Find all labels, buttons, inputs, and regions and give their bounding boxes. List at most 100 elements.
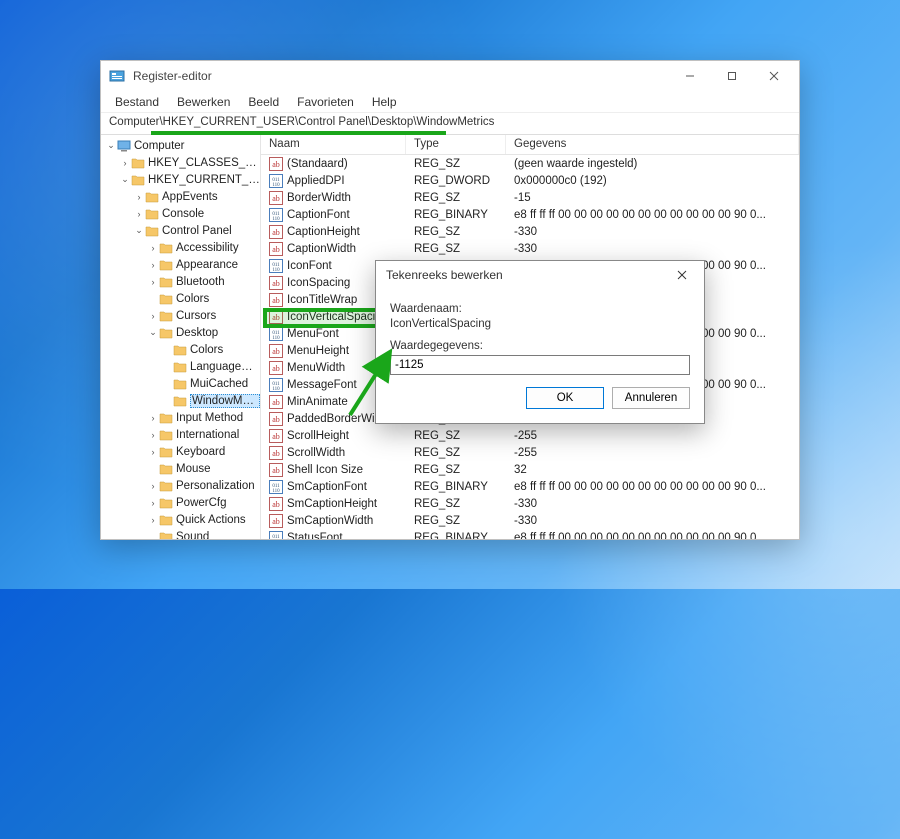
string-value-icon: ab <box>269 344 283 358</box>
value-name: IconSpacing <box>287 277 350 289</box>
tree-item-input-method[interactable]: ›Input Method <box>101 409 260 426</box>
value-name: StatusFont <box>287 532 343 540</box>
list-row[interactable]: abShell Icon SizeREG_SZ32 <box>261 461 799 478</box>
chevron-right-icon[interactable]: › <box>147 515 159 525</box>
string-value-icon: ab <box>269 310 283 324</box>
app-icon <box>109 68 125 84</box>
list-row[interactable]: abBorderWidthREG_SZ-15 <box>261 189 799 206</box>
tree-item-international[interactable]: ›International <box>101 426 260 443</box>
tree-item-languageconfigura[interactable]: LanguageConfigura <box>101 358 260 375</box>
tree-item-powercfg[interactable]: ›PowerCfg <box>101 494 260 511</box>
col-header-name[interactable]: Naam <box>261 135 406 154</box>
tree-item-desktop[interactable]: ⌄ Desktop <box>101 324 260 341</box>
chevron-right-icon[interactable]: › <box>133 192 145 202</box>
tree-item-cursors[interactable]: ›Cursors <box>101 307 260 324</box>
tree-item-label: HKEY_CURRENT_USER <box>148 174 260 186</box>
chevron-right-icon[interactable]: › <box>147 260 159 270</box>
chevron-down-icon[interactable]: ⌄ <box>133 225 145 236</box>
svg-text:ab: ab <box>272 228 280 237</box>
tree-item-label: Mouse <box>176 463 260 475</box>
list-row[interactable]: 011110AppliedDPIREG_DWORD0x000000c0 (192… <box>261 172 799 189</box>
tree-item-hkey-classes-root[interactable]: ›HKEY_CLASSES_ROOT <box>101 154 260 171</box>
tree-item-mouse[interactable]: Mouse <box>101 460 260 477</box>
folder-icon <box>159 514 173 526</box>
value-name: SmCaptionFont <box>287 481 367 493</box>
value-type: REG_BINARY <box>406 481 506 493</box>
cancel-button[interactable]: Annuleren <box>612 387 690 409</box>
tree-item-hkey-current-user[interactable]: ⌄ HKEY_CURRENT_USER <box>101 171 260 188</box>
list-row[interactable]: abCaptionWidthREG_SZ-330 <box>261 240 799 257</box>
chevron-right-icon[interactable]: › <box>147 498 159 508</box>
value-name: SmCaptionHeight <box>287 498 377 510</box>
tree-item-label: Desktop <box>176 327 260 339</box>
menubar: Bestand Bewerken Beeld Favorieten Help <box>101 91 799 113</box>
chevron-right-icon[interactable]: › <box>133 209 145 219</box>
col-header-type[interactable]: Type <box>406 135 506 154</box>
chevron-right-icon[interactable]: › <box>147 413 159 423</box>
folder-icon <box>131 174 145 186</box>
list-row[interactable]: 011110StatusFontREG_BINARYe8 ff ff ff 00… <box>261 529 799 539</box>
tree-item-console[interactable]: ›Console <box>101 205 260 222</box>
tree-item-appearance[interactable]: ›Appearance <box>101 256 260 273</box>
tree-item-windowmetrics[interactable]: WindowMetrics <box>101 392 260 409</box>
list-row[interactable]: ab(Standaard)REG_SZ(geen waarde ingestel… <box>261 155 799 172</box>
list-row[interactable]: abScrollWidthREG_SZ-255 <box>261 444 799 461</box>
chevron-right-icon[interactable]: › <box>147 243 159 253</box>
tree-item-bluetooth[interactable]: ›Bluetooth <box>101 273 260 290</box>
list-row[interactable]: 011110CaptionFontREG_BINARYe8 ff ff ff 0… <box>261 206 799 223</box>
dialog-titlebar[interactable]: Tekenreeks bewerken <box>376 261 704 289</box>
menu-edit[interactable]: Bewerken <box>169 93 238 111</box>
binary-value-icon: 011110 <box>269 259 283 273</box>
list-row[interactable]: abCaptionHeightREG_SZ-330 <box>261 223 799 240</box>
chevron-right-icon[interactable]: › <box>147 430 159 440</box>
tree-item-colors[interactable]: Colors <box>101 290 260 307</box>
svg-text:ab: ab <box>272 160 280 169</box>
minimize-button[interactable] <box>669 62 711 90</box>
menu-favorites[interactable]: Favorieten <box>289 93 362 111</box>
tree-item-accessibility[interactable]: › Accessibility <box>101 239 260 256</box>
tree-pane[interactable]: ⌄Computer›HKEY_CLASSES_ROOT ⌄ HKEY_CURRENT… <box>101 135 261 539</box>
maximize-button[interactable] <box>711 62 753 90</box>
folder-icon <box>145 191 159 203</box>
titlebar[interactable]: Register-editor <box>101 61 799 91</box>
value-data: -15 <box>506 192 799 204</box>
list-row[interactable]: abSmCaptionHeightREG_SZ-330 <box>261 495 799 512</box>
svg-text:110: 110 <box>272 489 280 494</box>
tree-item-quick-actions[interactable]: ›Quick Actions <box>101 511 260 528</box>
menu-file[interactable]: Bestand <box>107 93 167 111</box>
menu-help[interactable]: Help <box>364 93 405 111</box>
chevron-down-icon[interactable]: ⌄ <box>147 327 159 338</box>
list-row[interactable]: 011110SmCaptionFontREG_BINARYe8 ff ff ff… <box>261 478 799 495</box>
list-row[interactable]: abScrollHeightREG_SZ-255 <box>261 427 799 444</box>
chevron-right-icon[interactable]: › <box>147 447 159 457</box>
string-value-icon: ab <box>269 225 283 239</box>
folder-icon <box>173 378 187 390</box>
address-bar[interactable]: Computer\HKEY_CURRENT_USER\Control Panel… <box>101 113 799 135</box>
chevron-right-icon[interactable]: › <box>119 158 131 168</box>
chevron-right-icon[interactable]: › <box>147 481 159 491</box>
tree-item-personalization[interactable]: ›Personalization <box>101 477 260 494</box>
chevron-down-icon[interactable]: ⌄ <box>105 140 117 151</box>
chevron-right-icon[interactable]: › <box>147 277 159 287</box>
list-row[interactable]: abSmCaptionWidthREG_SZ-330 <box>261 512 799 529</box>
tree-item-control-panel[interactable]: ⌄Control Panel <box>101 222 260 239</box>
dialog-body: Waardenaam: IconVerticalSpacing Waardege… <box>376 289 704 423</box>
tree-item-sound[interactable]: Sound <box>101 528 260 539</box>
chevron-down-icon[interactable]: ⌄ <box>119 174 131 185</box>
dialog-close-button[interactable] <box>666 263 698 287</box>
chevron-right-icon[interactable]: › <box>147 311 159 321</box>
tree-item-colors[interactable]: Colors <box>101 341 260 358</box>
tree-item-keyboard[interactable]: ›Keyboard <box>101 443 260 460</box>
tree-item-appevents[interactable]: ›AppEvents <box>101 188 260 205</box>
menu-view[interactable]: Beeld <box>240 93 287 111</box>
tree-item-label: Accessibility <box>176 242 260 254</box>
computer-icon <box>117 140 131 152</box>
close-button[interactable] <box>753 62 795 90</box>
value-data-input[interactable] <box>390 355 690 375</box>
folder-icon <box>159 259 173 271</box>
col-header-data[interactable]: Gegevens <box>506 135 799 154</box>
tree-item-computer[interactable]: ⌄Computer <box>101 137 260 154</box>
value-type: REG_SZ <box>406 464 506 476</box>
tree-item-muicached[interactable]: MuiCached <box>101 375 260 392</box>
ok-button[interactable]: OK <box>526 387 604 409</box>
